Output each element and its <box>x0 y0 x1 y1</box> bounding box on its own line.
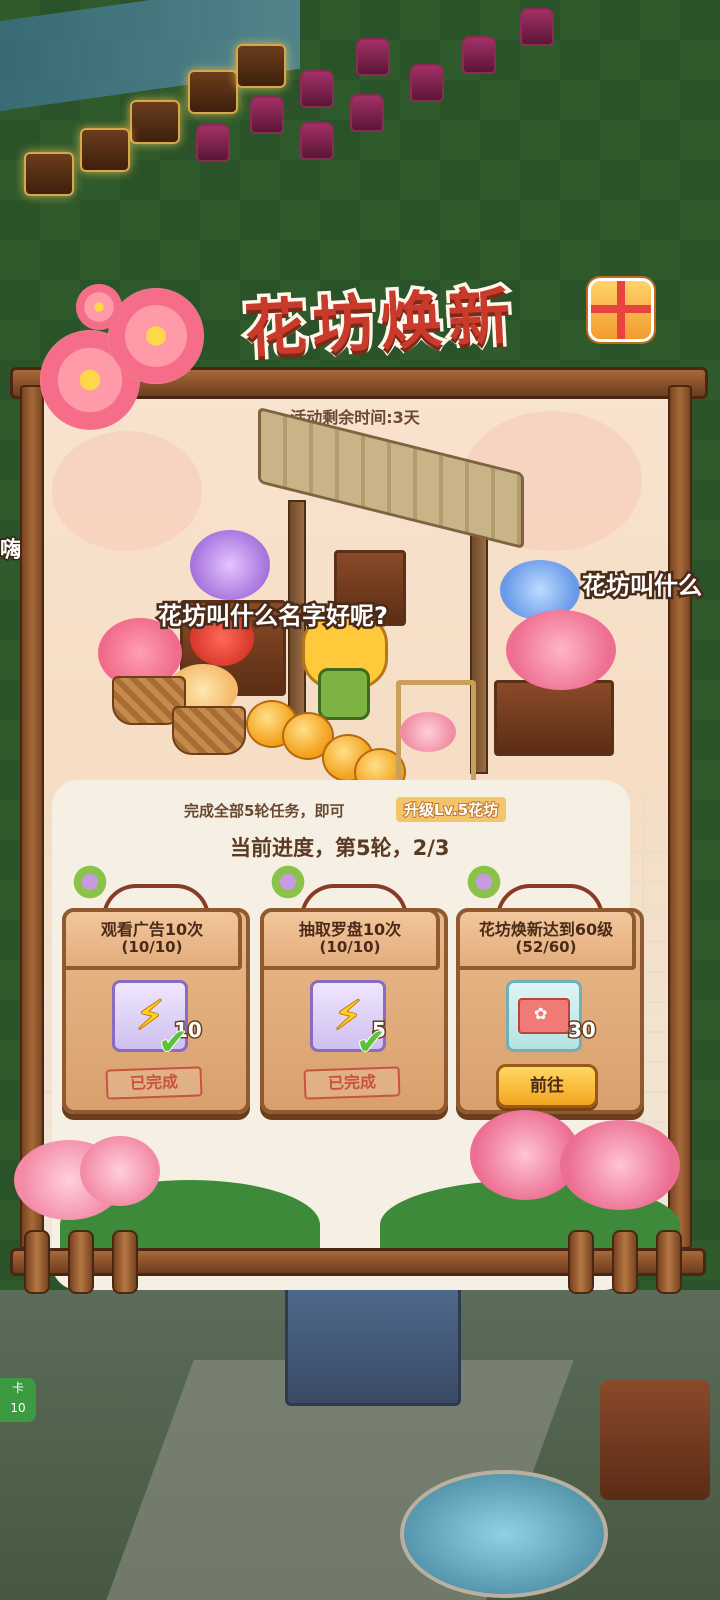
completed-stamp: 已完成 <box>303 1066 401 1100</box>
task-progress: (52/60) <box>515 938 577 956</box>
fence-post <box>68 1230 94 1294</box>
jam-jar-icon <box>300 70 334 108</box>
dog-character-body <box>318 668 370 720</box>
orchid-flowers <box>190 530 270 600</box>
flower-basket <box>172 706 246 755</box>
card-badge[interactable]: 卡 10 <box>0 1378 36 1422</box>
lavender-sprig-icon <box>270 862 306 902</box>
task-progress: (10/10) <box>121 938 183 956</box>
speech-bubble-main: 花坊叫什么名字好呢? <box>156 600 391 633</box>
task-board-2: 抽取罗盘10次 (10/10) ⚡ 5 ✔ 已完成 <box>260 862 448 1114</box>
upgrade-reward-tag: 升级Lv.5花坊 <box>396 797 507 822</box>
jam-jar-icon <box>520 8 554 46</box>
round-progress: 当前进度，第5轮，2/3 <box>230 836 450 860</box>
go-button[interactable]: 前往 <box>496 1064 598 1108</box>
lavender-sprig-icon <box>72 862 108 902</box>
crate-icon <box>24 152 74 196</box>
gift-box-icon[interactable] <box>588 278 654 342</box>
crate-icon <box>80 128 130 172</box>
chair-flowers <box>400 712 456 752</box>
task-board-1: 观看广告10次 (10/10) ⚡ 10 ✔ 已完成 <box>62 862 250 1114</box>
speech-bubble-side: 花坊叫什么 <box>580 570 705 603</box>
fence-post <box>24 1230 50 1294</box>
jam-jar-icon <box>350 94 384 132</box>
jam-jar-icon <box>356 38 390 76</box>
jam-jar-icon <box>196 124 230 162</box>
completed-stamp: 已完成 <box>105 1066 203 1100</box>
jam-jar-icon <box>462 36 496 74</box>
blossom-decor <box>52 431 202 551</box>
wood-post-left <box>20 385 44 1249</box>
card-count: 10 <box>10 1401 26 1415</box>
lavender-sprig-icon <box>466 862 502 902</box>
fence-post <box>656 1230 682 1294</box>
lily-flowers <box>560 1120 680 1210</box>
jam-jar-icon <box>250 96 284 134</box>
fountain <box>400 1470 608 1598</box>
fence-post <box>612 1230 638 1294</box>
task-title: 花坊焕新达到60级 <box>478 920 614 939</box>
peony-bud-icon <box>76 284 122 330</box>
jam-jar-icon <box>410 64 444 102</box>
fence-post <box>112 1230 138 1294</box>
checkmark-icon: ✔ <box>355 1021 387 1064</box>
cabinet-building <box>600 1380 710 1500</box>
crate-icon <box>130 100 180 144</box>
lily-flowers <box>80 1136 160 1206</box>
crate-icon <box>236 44 286 88</box>
shop-building <box>285 1280 461 1406</box>
flower-ticket-icon <box>518 998 570 1034</box>
wood-post-right <box>668 385 692 1249</box>
task-board-3: 花坊焕新达到60级 (52/60) 30 前往 <box>456 862 644 1114</box>
jam-jar-icon <box>300 122 334 160</box>
task-title: 观看广告10次 <box>100 920 204 939</box>
task-progress: (10/10) <box>319 938 381 956</box>
reward-count: 30 <box>567 1017 598 1044</box>
fence-post <box>568 1230 594 1294</box>
checkmark-icon: ✔ <box>157 1021 189 1064</box>
crate-icon <box>188 70 238 114</box>
flower-stand <box>494 680 614 756</box>
card-label: 卡 <box>11 1381 24 1395</box>
task-title: 抽取罗盘10次 <box>298 920 402 939</box>
peony-bush <box>506 610 616 690</box>
complete-instruction: 完成全部5轮任务，即可 <box>184 802 345 820</box>
